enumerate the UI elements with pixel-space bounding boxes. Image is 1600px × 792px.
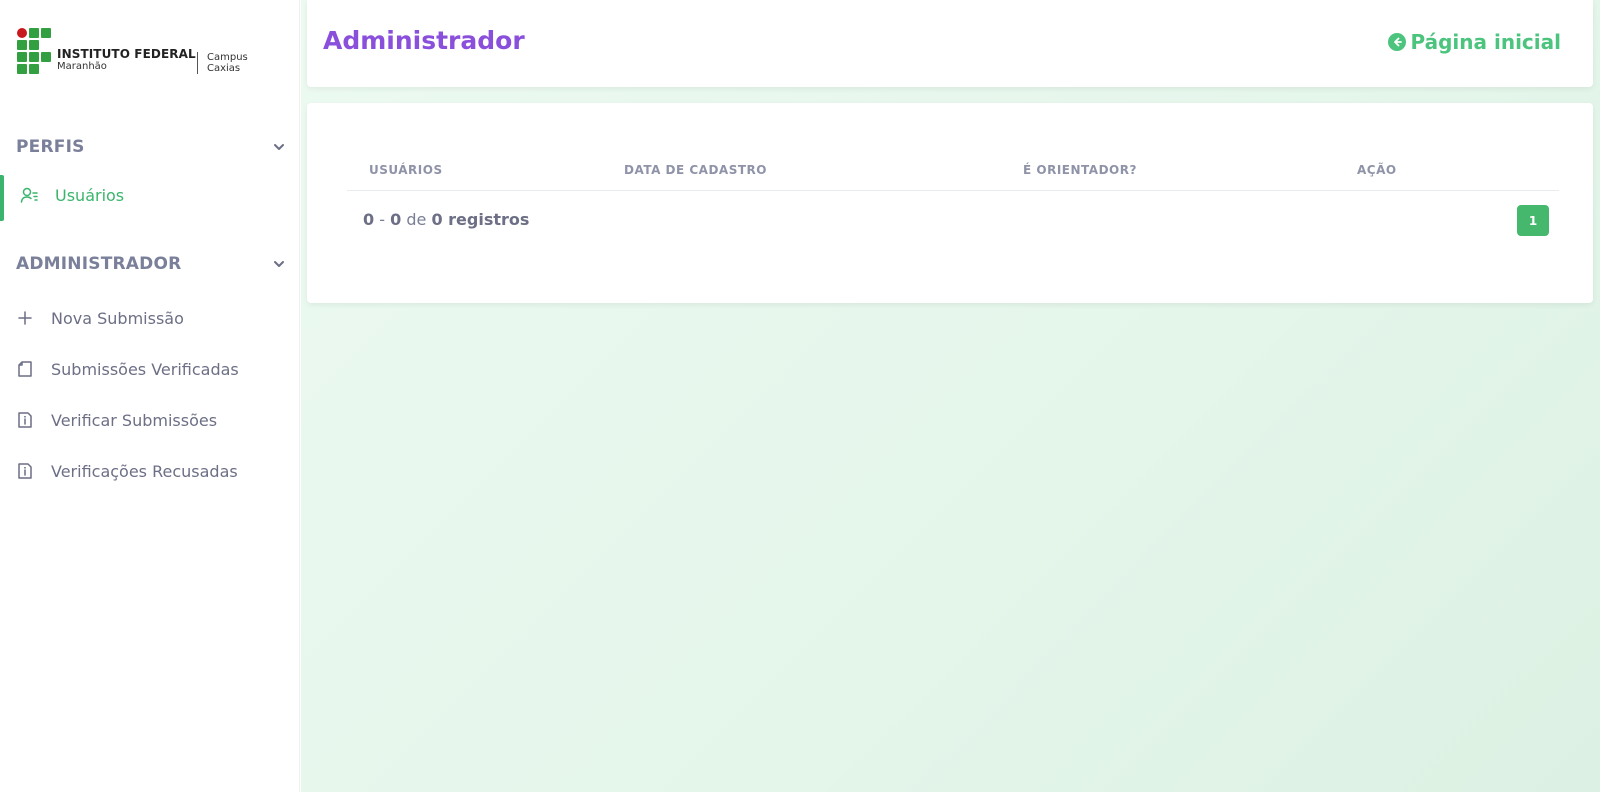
- count-from: 0: [363, 210, 375, 229]
- count-to: 0: [390, 210, 402, 229]
- section-perfis-title: PERFIS: [16, 137, 85, 157]
- institution-logo[interactable]: INSTITUTO FEDERAL Maranhão Campus Caxias: [17, 28, 257, 74]
- sidebar-item-usuarios[interactable]: Usuários: [0, 175, 300, 221]
- logo-campus-line1: Campus: [207, 52, 248, 63]
- section-perfis-header[interactable]: PERFIS: [16, 135, 284, 159]
- logo-mark: [17, 28, 53, 74]
- count-of: de: [406, 210, 427, 229]
- header-divider: [347, 190, 1559, 191]
- document-info-icon: [16, 411, 34, 429]
- sidebar-item-verificacoes-recusadas[interactable]: Verificações Recusadas: [0, 451, 300, 491]
- sidebar-item-label: Usuários: [55, 185, 125, 205]
- header-card: Administrador Página inicial: [307, 0, 1593, 87]
- arrow-left-circle-icon: [1387, 33, 1406, 51]
- sidebar: INSTITUTO FEDERAL Maranhão Campus Caxias…: [0, 0, 300, 792]
- count-total: 0 registros: [431, 210, 530, 229]
- sidebar-item-label: Nova Submissão: [51, 308, 184, 328]
- document-info-icon: [16, 462, 34, 480]
- logo-text: INSTITUTO FEDERAL Maranhão: [57, 47, 196, 73]
- logo-sub-text: Maranhão: [57, 61, 107, 72]
- user-list-icon: [20, 186, 38, 204]
- column-header-usuarios[interactable]: USUÁRIOS: [369, 163, 443, 177]
- sidebar-item-label: Submissões Verificadas: [51, 359, 239, 379]
- sidebar-item-label: Verificações Recusadas: [51, 461, 238, 481]
- users-table-card: USUÁRIOS DATA DE CADASTRO É ORIENTADOR? …: [307, 103, 1593, 303]
- logo-campus: Campus Caxias: [207, 52, 248, 74]
- sidebar-item-verificar-submissoes[interactable]: Verificar Submissões: [0, 400, 300, 440]
- count-separator: -: [379, 210, 386, 229]
- column-header-data-cadastro[interactable]: DATA DE CADASTRO: [624, 163, 767, 177]
- section-administrador-header[interactable]: ADMINISTRADOR: [16, 252, 284, 276]
- plus-icon: [16, 309, 34, 327]
- logo-divider: [197, 52, 198, 74]
- page-title: Administrador: [323, 26, 525, 55]
- sidebar-item-label: Verificar Submissões: [51, 410, 218, 430]
- sidebar-item-submissoes-verificadas[interactable]: Submissões Verificadas: [0, 349, 300, 389]
- document-icon: [16, 360, 34, 378]
- column-header-orientador[interactable]: É ORIENTADOR?: [1023, 163, 1137, 177]
- home-link-label: Página inicial: [1410, 30, 1562, 54]
- column-header-acao: AÇÃO: [1357, 163, 1397, 177]
- pagination-page-1[interactable]: 1: [1517, 205, 1549, 236]
- sidebar-item-nova-submissao[interactable]: Nova Submissão: [0, 298, 300, 338]
- logo-main-text: INSTITUTO FEDERAL: [57, 47, 196, 61]
- chevron-down-icon: [274, 261, 284, 267]
- records-count: 0 - 0 de 0 registros: [363, 210, 529, 229]
- section-administrador-title: ADMINISTRADOR: [16, 254, 182, 274]
- main-content: Administrador Página inicial USUÁRIOS DA…: [301, 0, 1600, 792]
- logo-campus-line2: Caxias: [207, 63, 241, 74]
- chevron-down-icon: [274, 144, 284, 150]
- home-link[interactable]: Página inicial: [1387, 30, 1562, 54]
